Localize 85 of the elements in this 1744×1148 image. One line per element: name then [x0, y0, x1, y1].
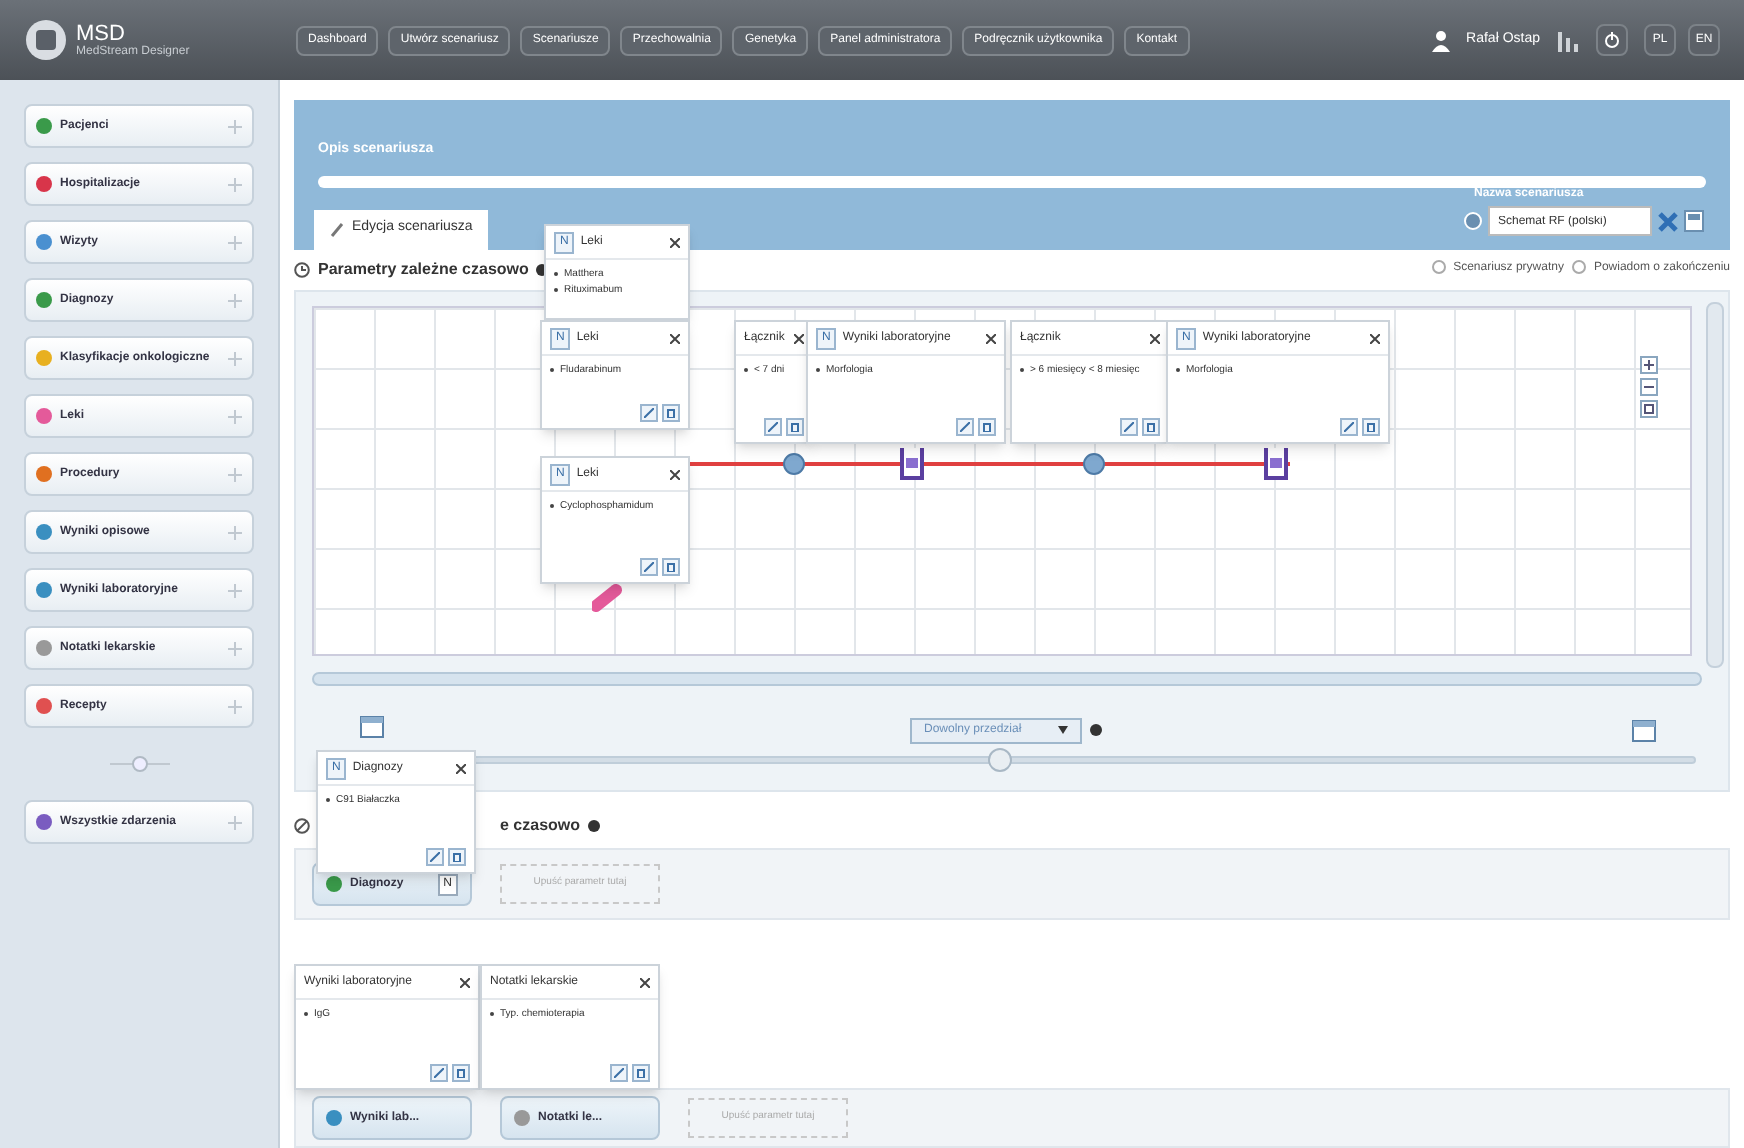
delete-button[interactable]: [662, 404, 680, 422]
category-icon: [36, 466, 52, 482]
category-icon: [36, 698, 52, 714]
section-title: Parametry zależne czasowo: [318, 257, 529, 282]
close-icon[interactable]: [794, 333, 804, 343]
edit-button[interactable]: [640, 404, 658, 422]
close-icon[interactable]: [1370, 333, 1380, 343]
category-icon: [326, 876, 342, 892]
category-icon: [36, 814, 52, 830]
lab-node-icon[interactable]: [900, 448, 924, 480]
edit-button[interactable]: [1340, 418, 1358, 436]
edit-button[interactable]: [764, 418, 782, 436]
drag-handle-icon[interactable]: [228, 119, 242, 133]
delete-button[interactable]: [662, 558, 680, 576]
category-icon: [514, 1110, 530, 1126]
info-icon: [1090, 724, 1102, 737]
clock-icon: [294, 818, 310, 835]
category-icon: [36, 582, 52, 598]
category-icon: [36, 524, 52, 540]
delete-button[interactable]: [1362, 418, 1380, 436]
pen-icon: [330, 221, 344, 238]
power-button[interactable]: [1596, 24, 1628, 56]
edit-button[interactable]: [430, 1064, 448, 1082]
category-icon: [36, 176, 52, 192]
drag-handle-icon[interactable]: [228, 351, 242, 365]
drag-handle-icon[interactable]: [228, 409, 242, 423]
category-icon: [36, 640, 52, 656]
drag-handle-icon[interactable]: [228, 525, 242, 539]
category-icon: [36, 350, 52, 366]
delete-button[interactable]: [452, 1064, 470, 1082]
close-icon[interactable]: [1150, 333, 1160, 343]
edit-button[interactable]: [640, 558, 658, 576]
delete-button[interactable]: [978, 418, 996, 436]
close-icon[interactable]: [670, 469, 680, 479]
horizontal-scrollbar[interactable]: [312, 671, 1702, 686]
app-name: MSD: [76, 23, 127, 45]
edit-button[interactable]: [426, 848, 444, 866]
checkbox[interactable]: [1431, 260, 1446, 275]
drag-handle-icon[interactable]: [228, 641, 242, 655]
edit-button[interactable]: [956, 418, 974, 436]
minus-icon: [1644, 381, 1654, 392]
chart-icon[interactable]: [1556, 28, 1580, 52]
plus-icon: [1644, 359, 1654, 370]
checkbox[interactable]: [1571, 260, 1586, 275]
close-icon[interactable]: [670, 237, 680, 247]
category-icon: [36, 292, 52, 308]
delete-button[interactable]: [1142, 418, 1160, 436]
info-icon: [588, 820, 601, 833]
category-icon: [326, 1110, 342, 1126]
logo-icon: [24, 18, 68, 62]
drag-handle-icon[interactable]: [228, 815, 242, 829]
save-icon[interactable]: [1684, 210, 1704, 232]
edit-button[interactable]: [1120, 418, 1138, 436]
category-icon: [36, 118, 52, 134]
close-icon[interactable]: [640, 977, 650, 987]
delete-button[interactable]: [786, 418, 804, 436]
category-icon: [36, 408, 52, 424]
collapse-slider-icon[interactable]: [109, 756, 169, 772]
power-icon: [1604, 32, 1620, 48]
edit-button[interactable]: [610, 1064, 628, 1082]
drag-handle-icon[interactable]: [228, 583, 242, 597]
caret-icon: [1058, 726, 1068, 735]
close-icon[interactable]: [460, 977, 470, 987]
drag-handle-icon[interactable]: [228, 293, 242, 307]
close-icon[interactable]: [670, 333, 680, 343]
description-field[interactable]: [318, 176, 1706, 188]
drag-handle-icon[interactable]: [228, 177, 242, 191]
user-icon: [1432, 29, 1451, 51]
delete-button[interactable]: [448, 848, 466, 866]
vertical-scrollbar[interactable]: [1706, 301, 1724, 668]
drag-handle-icon[interactable]: [228, 235, 242, 249]
close-icon[interactable]: [456, 763, 466, 773]
fit-icon: [1644, 403, 1654, 414]
drag-handle-icon[interactable]: [228, 699, 242, 713]
close-icon[interactable]: [986, 333, 996, 343]
section-title: e czasowo: [500, 814, 581, 839]
delete-button[interactable]: [632, 1064, 650, 1082]
category-icon: [36, 234, 52, 250]
lab-node-icon[interactable]: [1264, 448, 1288, 480]
calendar-icon[interactable]: [360, 713, 384, 738]
slider-thumb[interactable]: [987, 747, 1012, 772]
calendar-icon[interactable]: [1632, 717, 1656, 742]
drag-handle-icon[interactable]: [228, 467, 242, 481]
pill-icon[interactable]: [592, 584, 628, 612]
clock-icon: [294, 261, 310, 278]
